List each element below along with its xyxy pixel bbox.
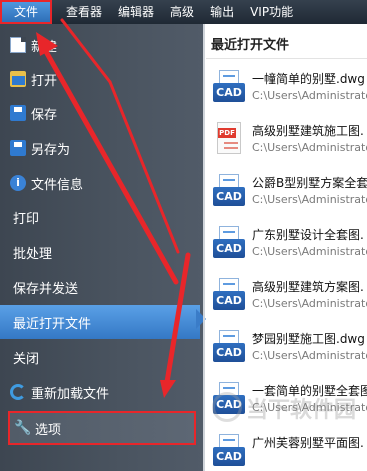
save-disk-icon	[10, 105, 26, 121]
menu-editor[interactable]: 编辑器	[110, 0, 162, 24]
recent-title-divider	[206, 58, 367, 59]
menu-advanced[interactable]: 高级	[162, 0, 202, 24]
file-path: C:\Users\Administrator\	[252, 297, 367, 310]
cad-file-icon: CAD	[213, 70, 245, 102]
sidebar-item-batch[interactable]: 批处理	[0, 235, 190, 269]
new-file-icon	[10, 37, 26, 53]
sidebar-divider	[203, 24, 205, 471]
recent-file-item[interactable]: CAD 广东别墅设计全套图. C:\Users\Administrator\	[206, 218, 367, 268]
sidebar-item-file-info[interactable]: i 文件信息	[0, 166, 190, 200]
menu-vip[interactable]: VIP功能	[242, 0, 301, 24]
file-name: 一幢简单的别墅.dwg	[252, 72, 365, 86]
recent-file-item[interactable]: CAD 一幢简单的别墅.dwg C:\Users\Administrator\	[206, 62, 367, 112]
watermark-logo-icon	[212, 392, 242, 422]
recent-files-title: 最近打开文件	[211, 38, 290, 53]
menu-bar: 文件 查看器 编辑器 高级 输出 VIP功能	[0, 0, 367, 24]
wrench-icon: 🔧	[14, 420, 32, 436]
sidebar-item-label: 打印	[13, 211, 40, 227]
cad-file-icon: CAD	[213, 330, 245, 362]
save-as-disk-icon	[10, 140, 26, 156]
sidebar-item-save-send[interactable]: 保存并发送	[0, 270, 190, 304]
recent-file-item[interactable]: CAD 高级别墅建筑方案图. C:\Users\Administrator\	[206, 270, 367, 320]
file-name: 高级别墅建筑方案图.	[252, 280, 364, 294]
file-path: C:\Users\Administrator\	[252, 89, 367, 102]
recent-file-item[interactable]: CAD 梦园别墅施工图.dwg C:\Users\Administrator\	[206, 322, 367, 372]
file-name: 梦园别墅施工图.dwg	[252, 332, 365, 346]
sidebar-item-reload[interactable]: 重新加载文件	[0, 375, 190, 409]
sidebar-item-options[interactable]: 🔧 选项	[8, 411, 196, 445]
file-name: 公爵B型别墅方案全套图	[252, 176, 367, 190]
recent-file-item[interactable]: CAD 广州芙蓉别墅平面图.	[206, 426, 367, 471]
pdf-file-icon: PDF	[213, 122, 245, 154]
sidebar-item-print[interactable]: 打印	[0, 200, 190, 234]
info-icon: i	[10, 175, 26, 191]
cad-file-icon: CAD	[213, 174, 245, 206]
file-path: C:\Users\Administrator\	[252, 245, 367, 258]
open-folder-icon	[10, 71, 26, 87]
watermark: 当下软件园	[246, 398, 357, 423]
file-path: C:\Users\Administrator\	[252, 193, 367, 206]
sidebar-item-save-as[interactable]: 另存为	[0, 131, 190, 165]
file-path: C:\Users\Administrator\	[252, 141, 367, 154]
sidebar-item-label: 保存	[31, 107, 58, 123]
sidebar-item-label: 另存为	[31, 142, 71, 158]
sidebar-item-label: 批处理	[13, 246, 53, 262]
sidebar-item-save[interactable]: 保存	[0, 96, 190, 130]
file-name: 高级别墅建筑施工图.	[252, 124, 364, 138]
sidebar-item-label: 文件信息	[31, 177, 84, 193]
sidebar-item-label: 最近打开文件	[13, 316, 92, 332]
file-name: 广州芙蓉别墅平面图.	[252, 436, 364, 450]
cad-file-icon: CAD	[213, 278, 245, 310]
file-path: C:\Users\Administrator\	[252, 349, 367, 362]
cad-file-icon: CAD	[213, 226, 245, 258]
sidebar-item-recent-files[interactable]: 最近打开文件	[0, 305, 200, 339]
file-name: 广东别墅设计全套图.	[252, 228, 364, 242]
sidebar-item-label: 重新加载文件	[31, 386, 110, 402]
cad-file-icon: CAD	[213, 434, 245, 466]
sidebar-item-label: 选项	[35, 422, 62, 438]
menu-file[interactable]: 文件	[0, 0, 53, 24]
recent-file-item[interactable]: PDF 高级别墅建筑施工图. C:\Users\Administrator\	[206, 114, 367, 164]
reload-icon	[10, 384, 26, 400]
sidebar-item-close[interactable]: 关闭	[0, 340, 190, 374]
sidebar-item-label: 打开	[31, 73, 58, 89]
sidebar-item-label: 新建	[31, 39, 58, 55]
sidebar-item-label: 关闭	[13, 351, 40, 367]
menu-output[interactable]: 输出	[202, 0, 242, 24]
menu-viewer[interactable]: 查看器	[58, 0, 110, 24]
recent-file-item[interactable]: CAD 公爵B型别墅方案全套图 C:\Users\Administrator\	[206, 166, 367, 216]
sidebar-item-open[interactable]: 打开	[0, 62, 190, 96]
sidebar-item-new[interactable]: 新建	[0, 28, 190, 62]
sidebar-item-label: 保存并发送	[13, 281, 79, 297]
